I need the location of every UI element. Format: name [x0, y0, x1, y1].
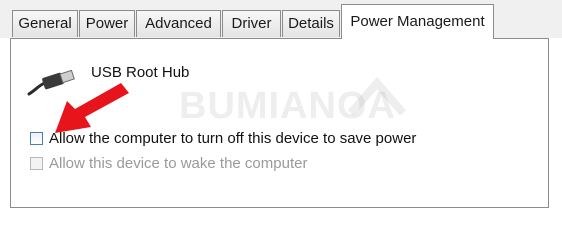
allow-wake-checkbox: [30, 156, 43, 170]
tab-driver[interactable]: Driver: [222, 10, 281, 37]
tab-advanced[interactable]: Advanced: [136, 10, 221, 37]
allow-wake-option: Allow this device to wake the computer: [30, 154, 307, 172]
allow-wake-label: Allow this device to wake the computer: [49, 154, 308, 172]
tab-power[interactable]: Power: [79, 10, 135, 37]
tab-general[interactable]: General: [12, 10, 78, 37]
tab-details[interactable]: Details: [282, 10, 340, 37]
power-management-panel: USB Root Hub BUMIANOA Allow the computer…: [10, 38, 549, 208]
red-arrow-icon: [55, 83, 129, 133]
tab-power-management[interactable]: Power Management: [341, 4, 494, 39]
device-properties-dialog: General Power Advanced Driver Details Po…: [0, 0, 562, 208]
allow-power-off-checkbox[interactable]: [30, 131, 43, 145]
tab-strip: General Power Advanced Driver Details Po…: [0, 0, 562, 39]
watermark-roof-icon: [347, 77, 407, 116]
